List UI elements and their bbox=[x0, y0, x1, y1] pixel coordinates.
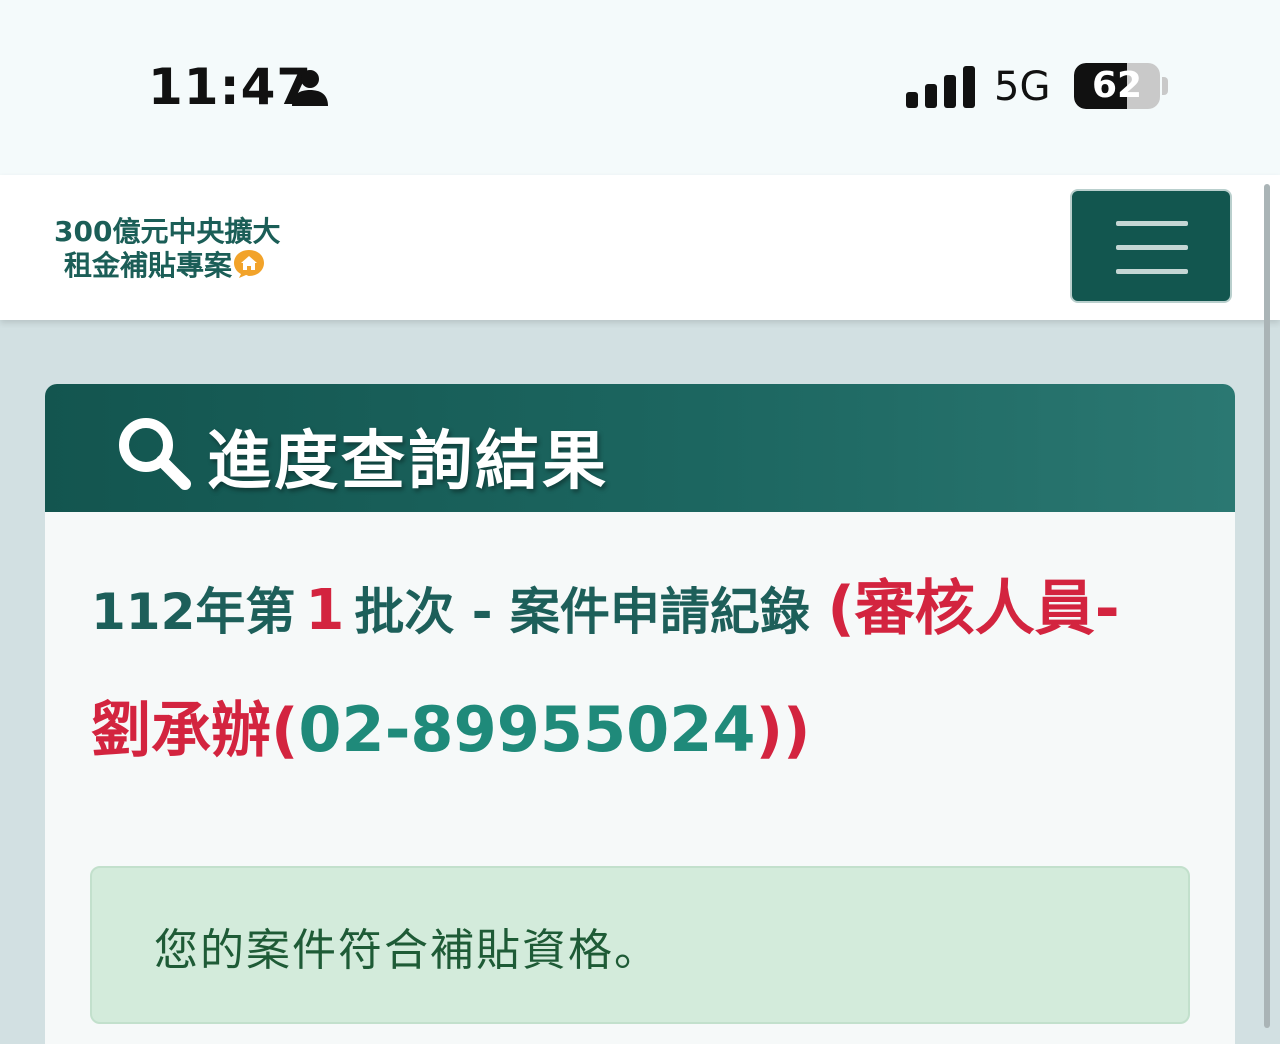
search-icon bbox=[119, 418, 191, 490]
reviewer-phone[interactable]: 02-89955024 bbox=[298, 693, 755, 766]
cellular-signal-icon bbox=[906, 66, 975, 108]
eligibility-alert: 您的案件符合補貼資格。 bbox=[90, 866, 1190, 1024]
hamburger-icon bbox=[1116, 221, 1188, 274]
site-logo[interactable]: 300億元中央擴大 租金補貼專案 bbox=[54, 215, 304, 283]
page-scrollbar[interactable] bbox=[1264, 184, 1270, 1028]
house-bubble-icon bbox=[234, 250, 265, 278]
reviewer-close: )) bbox=[755, 696, 811, 766]
logo-line-1: 300億元中央擴大 bbox=[54, 215, 281, 248]
battery-level: 62 bbox=[1091, 65, 1143, 106]
status-bar: 11:47 5G 62 bbox=[0, 0, 1280, 175]
battery-tip bbox=[1162, 77, 1168, 95]
application-record-heading: 112年第 1 批次 - 案件申請紀錄 (審核人員-劉承辦(02-89955024)… bbox=[91, 550, 1171, 793]
batch-number: 1 bbox=[305, 578, 345, 643]
status-time: 11:47 bbox=[148, 58, 313, 116]
menu-toggle-button[interactable] bbox=[1070, 189, 1232, 303]
logo-line-2-wrap: 租金補貼專案 bbox=[54, 249, 304, 283]
record-middle: 批次 - 案件申請紀錄 bbox=[354, 583, 810, 641]
progress-result-card: 進度查詢結果 112年第 1 批次 - 案件申請紀錄 (審核人員-劉承辦(02-89… bbox=[45, 384, 1235, 1044]
card-title: 進度查詢結果 bbox=[207, 425, 609, 499]
site-navbar: 300億元中央擴大 租金補貼專案 bbox=[0, 175, 1280, 320]
record-prefix: 112年第 bbox=[91, 583, 296, 641]
person-icon bbox=[292, 70, 328, 106]
battery-icon: 62 bbox=[1074, 63, 1160, 109]
network-type: 5G bbox=[994, 64, 1051, 110]
card-header: 進度查詢結果 bbox=[45, 384, 1235, 512]
logo-line-2: 租金補貼專案 bbox=[64, 249, 233, 282]
alert-message: 您的案件符合補貼資格。 bbox=[154, 925, 660, 976]
